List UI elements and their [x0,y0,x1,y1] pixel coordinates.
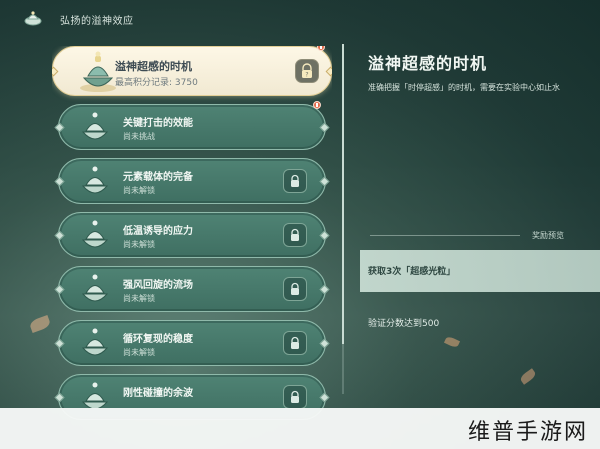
lock-icon [283,277,307,301]
card-ornament [319,392,330,402]
header: 弘扬的溢神效应 [0,0,600,38]
card-ornament [54,230,65,240]
challenge-title: 关键打击的效能 [123,118,193,129]
challenge-subtitle: 尚未解锁 [123,294,155,303]
card-ornament [319,338,330,348]
challenge-card-selected[interactable]: 溢神超感的时机 最高积分记录: 3750 ? [52,46,332,96]
lock-icon [283,169,307,193]
vessel-icon [73,217,117,255]
divider [370,235,520,236]
vessel-icon [73,325,117,363]
reward-section-header: 奖励预览 [360,228,600,244]
vessel-icon [73,109,117,147]
detail-description: 准确把握「时停超感」的时机，需要在实验中心如止水 [368,83,560,92]
watermark: 维普手游网 [467,420,588,445]
page-title: 弘扬的溢神效应 [60,16,134,27]
list-scrollbar[interactable] [342,44,344,394]
question-lock-icon: ? [295,59,319,83]
notification-badge [313,101,321,109]
card-ornament [319,230,330,240]
vessel-icon [73,271,117,309]
notification-badge [317,46,325,51]
card-ornament [54,284,65,294]
scrollbar-thumb[interactable] [342,44,344,344]
decor-leaf [518,368,538,385]
card-ornament [52,66,59,76]
svg-text:?: ? [305,72,308,79]
challenge-card[interactable]: 循环复现的稳度 尚未解锁 [54,320,330,366]
challenge-title: 刚性碰撞的余波 [123,388,193,399]
reward-item[interactable]: 获取3次「超感光粒」 [360,250,600,292]
challenge-card[interactable]: 强风回旋的流场 尚未解锁 [54,266,330,312]
challenge-subtitle: 尚未解锁 [123,348,155,357]
bowl-icon[interactable] [22,7,44,29]
challenge-title: 元素载体的完备 [123,172,193,183]
decor-leaf [28,314,52,334]
challenge-card[interactable]: 低温诱导的应力 尚未解锁 [54,212,330,258]
challenge-list[interactable]: 溢神超感的时机 最高积分记录: 3750 ? 关键打击的效能 尚未挑战 元素载体… [52,46,332,449]
vessel-icon [73,163,117,201]
card-ornament [319,284,330,294]
challenge-subtitle: 最高积分记录: 3750 [115,78,198,88]
card-ornament [319,122,330,132]
reward-section-label: 奖励预览 [532,231,564,240]
verify-condition: 验证分数达到500 [368,319,440,329]
challenge-card[interactable]: 关键打击的效能 尚未挑战 [54,101,330,150]
challenge-subtitle: 尚未解锁 [123,240,155,249]
decor-leaf [443,335,461,349]
challenge-card[interactable]: 元素载体的完备 尚未解锁 [54,158,330,204]
card-ornament [54,176,65,186]
challenge-subtitle: 尚未挑战 [123,132,155,141]
challenge-title: 循环复现的稳度 [123,334,193,345]
challenge-title: 低温诱导的应力 [123,226,193,237]
card-ornament [325,66,332,76]
lock-icon [283,223,307,247]
card-ornament [319,176,330,186]
card-ornament [54,122,65,132]
challenge-title: 强风回旋的流场 [123,280,193,291]
reward-text: 获取3次「超感光粒」 [368,267,456,277]
lock-icon [283,331,307,355]
challenge-title: 溢神超感的时机 [115,60,192,73]
card-ornament [54,392,65,402]
challenge-subtitle: 尚未解锁 [123,186,155,195]
card-ornament [54,338,65,348]
lock-icon [283,385,307,409]
detail-title: 溢神超感的时机 [368,54,488,73]
